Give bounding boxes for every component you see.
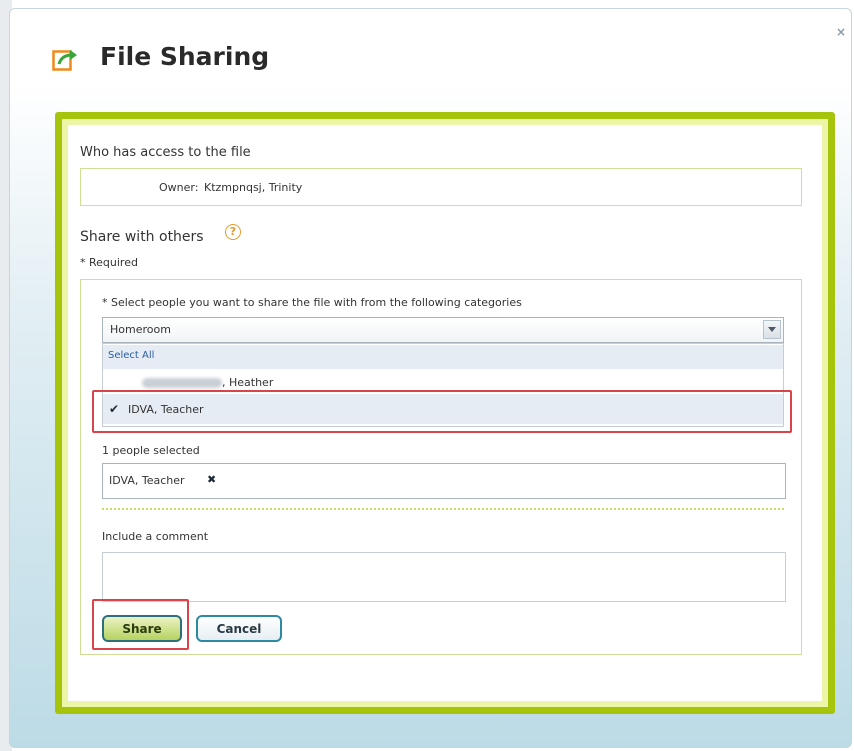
remove-x-icon[interactable]: ✖ — [207, 473, 216, 486]
dotted-divider — [102, 508, 784, 510]
selected-count: 1 people selected — [102, 444, 200, 457]
chevron-down-icon[interactable] — [763, 320, 781, 339]
category-value: Homeroom — [110, 323, 171, 336]
select-prompt: * Select people you want to share the fi… — [102, 296, 522, 309]
select-all-row[interactable] — [103, 345, 783, 369]
close-icon[interactable]: × — [834, 25, 848, 39]
comment-label: Include a comment — [102, 530, 209, 543]
highlight-selected-row — [92, 390, 792, 433]
cancel-button[interactable]: Cancel — [196, 615, 282, 642]
selected-people-box[interactable] — [102, 463, 786, 499]
access-heading: Who has access to the file — [80, 145, 251, 160]
owner-label: Owner: — [159, 181, 199, 194]
owner-name: Ktzmpnqsj, Trinity — [204, 181, 303, 194]
share-button[interactable]: Share — [102, 615, 182, 642]
category-select[interactable] — [102, 317, 784, 343]
select-all-option[interactable]: Select All — [108, 350, 154, 361]
share-file-icon — [52, 50, 77, 71]
help-icon[interactable]: ? — [225, 224, 241, 240]
share-heading: Share with others — [80, 229, 204, 245]
required-note: * Required — [80, 256, 138, 269]
redacted-name — [142, 378, 222, 388]
selected-token: IDVA, Teacher — [109, 474, 185, 487]
dialog-title: File Sharing — [100, 42, 270, 71]
option-heather[interactable]: , Heather — [222, 376, 273, 389]
comment-input[interactable] — [102, 552, 786, 602]
